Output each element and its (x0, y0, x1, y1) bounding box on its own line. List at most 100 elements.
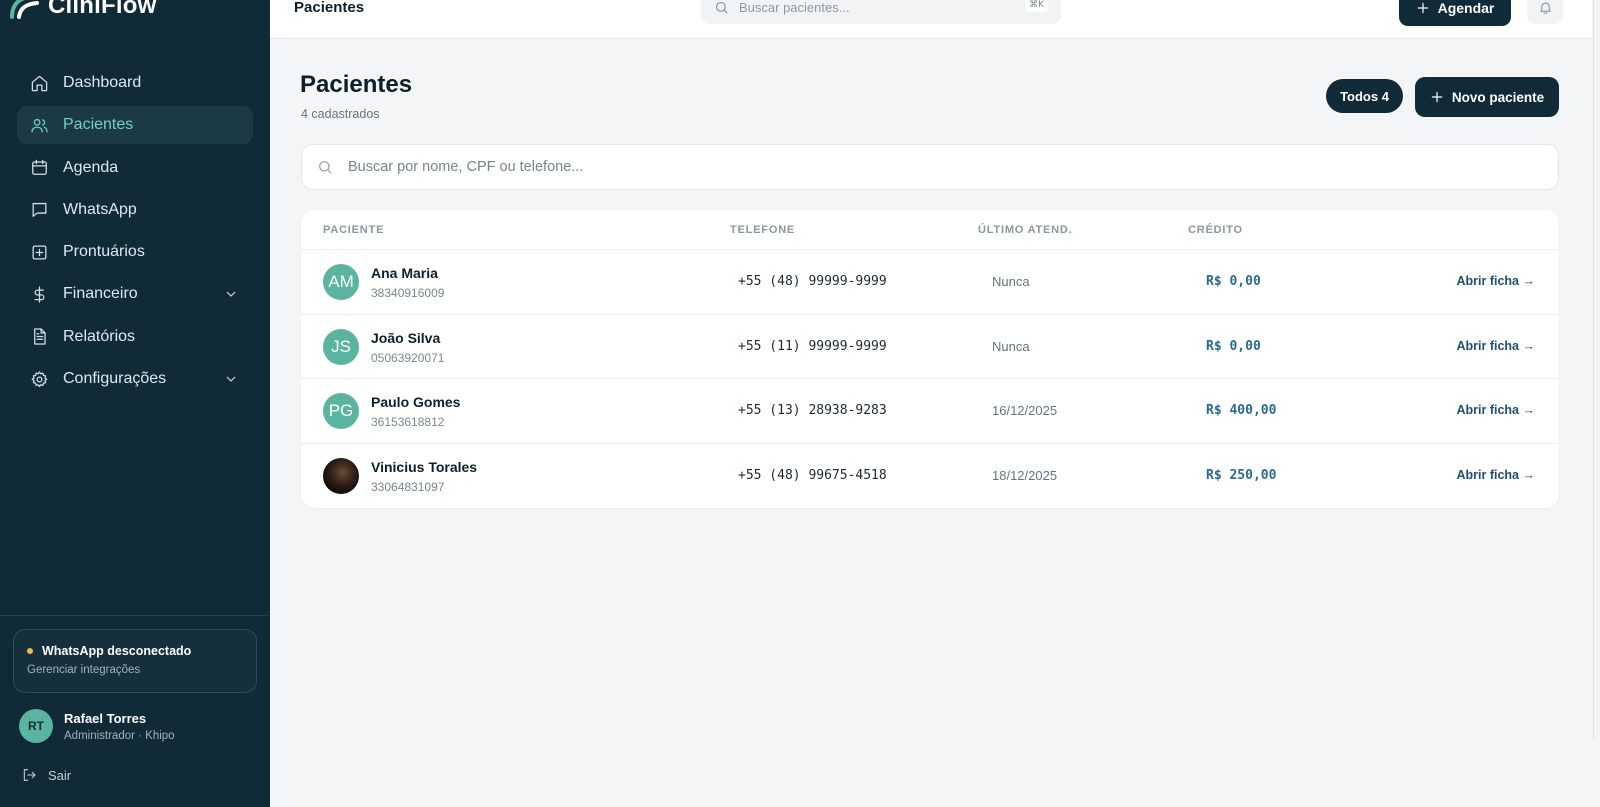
sidebar-item-agenda[interactable]: Agenda (17, 149, 253, 187)
message-icon (29, 200, 49, 220)
user-name: Rafael Torres (64, 710, 147, 726)
plus-icon (1431, 91, 1443, 103)
users-icon (29, 115, 49, 135)
notifications-button[interactable] (1527, 0, 1563, 24)
sidebar-item-label: WhatsApp (63, 200, 137, 218)
sidebar-item-label: Prontuários (63, 243, 145, 261)
patient-count: 4 cadastrados (301, 107, 380, 121)
patient-credit: R$ 0,00 (1206, 338, 1261, 354)
table-row[interactable]: JS João Silva 05063920071 +55 (11) 99999… (301, 315, 1559, 379)
sidebar-divider (0, 615, 270, 616)
manage-integrations-link[interactable]: Gerenciar integrações (27, 664, 243, 676)
patient-last-visit: 16/12/2025 (992, 403, 1058, 418)
sidebar-item-dashboard[interactable]: Dashboard (17, 64, 253, 102)
bell-icon (1539, 2, 1551, 14)
whatsapp-status-row: WhatsApp desconectado (27, 644, 243, 658)
chevron-down-icon[interactable] (223, 286, 239, 302)
filter-all-button[interactable]: Todos 4 (1326, 79, 1403, 113)
medical-plus-icon (29, 242, 49, 262)
plus-icon (1417, 2, 1428, 14)
app-name: CliniFlow (48, 0, 157, 19)
column-header-telefone[interactable]: TELEFONE (730, 224, 795, 236)
patient-phone: +55 (48) 99999-9999 (738, 274, 887, 289)
patient-search-input[interactable] (348, 159, 1498, 175)
main-content: Pacientes ⌘K Agendar Pacientes 4 cadastr… (270, 0, 1592, 807)
whatsapp-status-title: WhatsApp desconectado (42, 644, 192, 658)
sidebar-item-label: Agenda (63, 158, 119, 176)
patient-name: Ana Maria (371, 265, 438, 281)
sidebar-item-whatsapp[interactable]: WhatsApp (17, 191, 253, 229)
user-role: Administrador · Khipo (64, 729, 175, 742)
sidebar-item-relatorios[interactable]: Relatórios (17, 318, 253, 356)
open-record-link[interactable]: Abrir ficha → (1457, 468, 1536, 482)
patient-name: Paulo Gomes (371, 394, 461, 410)
table-row[interactable]: Vinicius Torales 33064831097 +55 (48) 99… (301, 444, 1559, 509)
app-logo[interactable]: CliniFlow (10, 0, 156, 20)
column-header-credito[interactable]: CRÉDITO (1188, 224, 1243, 236)
chevron-down-icon[interactable] (223, 371, 239, 387)
topbar-title: Pacientes (294, 0, 365, 16)
logout-icon (23, 769, 36, 781)
patient-cpf: 38340916009 (371, 286, 445, 300)
table-header: PACIENTE TELEFONE ÚLTIMO ATEND. CRÉDITO (301, 210, 1559, 250)
patient-phone: +55 (11) 99999-9999 (738, 338, 887, 354)
new-patient-button[interactable]: Novo paciente (1415, 77, 1559, 117)
patient-credit: R$ 0,00 (1206, 274, 1261, 289)
gear-icon (29, 369, 49, 389)
patient-phone: +55 (13) 28938-9283 (738, 403, 887, 418)
schedule-button[interactable]: Agendar (1399, 0, 1511, 26)
global-search[interactable]: ⌘K (701, 0, 1061, 24)
sidebar-item-prontuarios[interactable]: Prontuários (17, 233, 253, 271)
patient-credit: R$ 250,00 (1206, 467, 1277, 483)
dollar-icon (29, 284, 49, 304)
home-icon (29, 73, 49, 93)
shortcut-badge: ⌘K (1025, 0, 1048, 12)
status-dot-icon (27, 648, 33, 654)
logout-button[interactable]: Sair (21, 767, 71, 783)
global-search-input[interactable] (739, 0, 1009, 15)
search-icon (715, 1, 728, 14)
patient-last-visit: Nunca (992, 274, 1030, 289)
patient-phone: +55 (48) 99675-4518 (738, 467, 887, 483)
sidebar-item-label: Dashboard (63, 74, 142, 91)
topbar: Pacientes ⌘K Agendar (270, 0, 1592, 39)
avatar: JS (323, 328, 359, 365)
sidebar-item-label: Financeiro (63, 285, 138, 303)
patients-table: PACIENTE TELEFONE ÚLTIMO ATEND. CRÉDITO … (301, 210, 1559, 508)
sidebar-nav: Dashboard Pacientes Agenda WhatsApp Pron… (17, 64, 253, 402)
avatar: AM (323, 264, 359, 300)
patient-cpf: 05063920071 (371, 350, 445, 365)
open-record-link[interactable]: Abrir ficha → (1457, 339, 1536, 353)
sidebar-item-label: Pacientes (63, 116, 134, 134)
calendar-icon (29, 158, 49, 178)
patient-last-visit: 18/12/2025 (992, 467, 1058, 483)
open-record-link[interactable]: Abrir ficha → (1457, 274, 1536, 288)
search-icon (319, 161, 332, 174)
sidebar-item-financeiro[interactable]: Financeiro (17, 275, 253, 313)
new-patient-label: Novo paciente (1451, 89, 1545, 105)
sidebar-item-label: Configurações (63, 370, 167, 388)
user-info: Rafael Torres Administrador · Khipo (64, 711, 175, 742)
sidebar-item-configuracoes[interactable]: Configurações (17, 360, 253, 398)
table-row[interactable]: PG Paulo Gomes 36153618812 +55 (13) 2893… (301, 379, 1559, 444)
whatsapp-status-card[interactable]: WhatsApp desconectado Gerenciar integraç… (13, 629, 257, 693)
column-header-ultimo-atend[interactable]: ÚLTIMO ATEND. (978, 224, 1073, 236)
sidebar-item-pacientes[interactable]: Pacientes (17, 106, 253, 145)
table-row[interactable]: AM Ana Maria 38340916009 +55 (48) 99999-… (301, 250, 1559, 315)
patient-cpf: 33064831097 (371, 479, 445, 494)
column-header-paciente[interactable]: PACIENTE (323, 224, 384, 236)
scrollbar-track[interactable] (1593, 0, 1594, 740)
schedule-button-label: Agendar (1437, 0, 1495, 16)
patient-search[interactable] (301, 144, 1559, 190)
cliniflow-logo-icon (10, 0, 39, 19)
user-profile[interactable]: RT Rafael Torres Administrador · Khipo (19, 709, 175, 743)
open-record-link[interactable]: Abrir ficha → (1457, 403, 1536, 417)
sidebar: CliniFlow Dashboard Pacientes Agenda Wha… (0, 0, 270, 807)
logout-label: Sair (48, 767, 72, 783)
avatar: PG (323, 393, 359, 429)
avatar: RT (19, 709, 53, 743)
patient-credit: R$ 400,00 (1206, 403, 1277, 418)
patient-cpf: 36153618812 (371, 415, 445, 429)
avatar-photo (323, 457, 359, 494)
file-text-icon (29, 327, 49, 347)
